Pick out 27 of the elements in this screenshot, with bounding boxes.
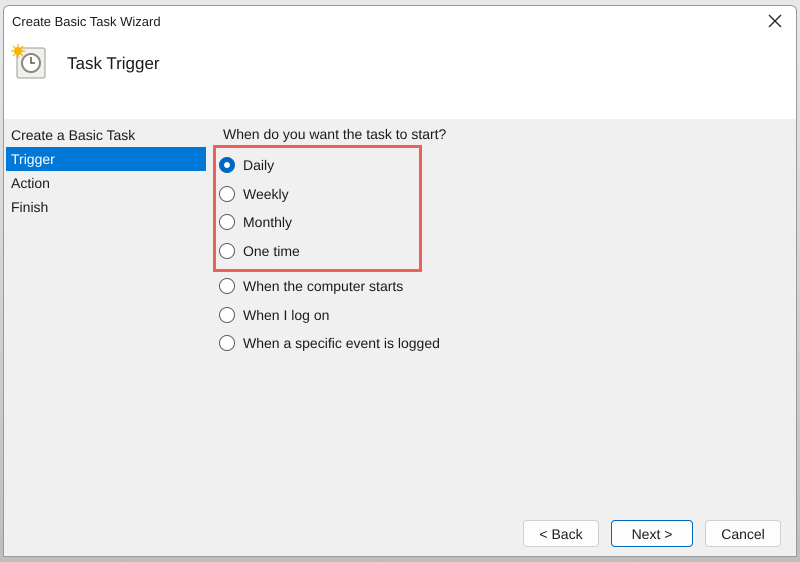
radio-option[interactable]: Daily: [216, 151, 419, 180]
wizard-step[interactable]: Action: [6, 171, 206, 195]
question-text: When do you want the task to start?: [223, 126, 448, 142]
close-button[interactable]: [766, 12, 784, 30]
dialog-button[interactable]: Next >: [611, 520, 693, 547]
radio-button[interactable]: [219, 278, 235, 294]
radio-option[interactable]: Weekly: [216, 180, 419, 208]
radio-option[interactable]: When the computer starts: [216, 272, 796, 300]
dialog-button[interactable]: Cancel: [705, 520, 781, 547]
radio-button[interactable]: [219, 186, 235, 202]
header-title: Task Trigger: [67, 54, 160, 74]
radio-option[interactable]: When I log on: [216, 300, 796, 329]
wizard-step[interactable]: Trigger: [6, 147, 206, 171]
radio-option[interactable]: Monthly: [216, 208, 419, 236]
close-icon: [768, 14, 782, 28]
dialog-button[interactable]: < Back: [523, 520, 599, 547]
window-title: Create Basic Task Wizard: [12, 14, 161, 28]
radio-option[interactable]: One time: [216, 236, 419, 265]
radio-button[interactable]: [219, 335, 235, 352]
radio-button[interactable]: [219, 242, 235, 259]
radio-button[interactable]: [219, 306, 235, 323]
wizard-step[interactable]: Finish: [6, 195, 206, 219]
radio-button[interactable]: [219, 214, 235, 230]
wizard-step[interactable]: Create a Basic Task: [6, 123, 206, 147]
radio-button[interactable]: [219, 157, 235, 174]
clock-icon: [11, 44, 47, 80]
radio-option[interactable]: When a specific event is logged: [216, 329, 796, 358]
